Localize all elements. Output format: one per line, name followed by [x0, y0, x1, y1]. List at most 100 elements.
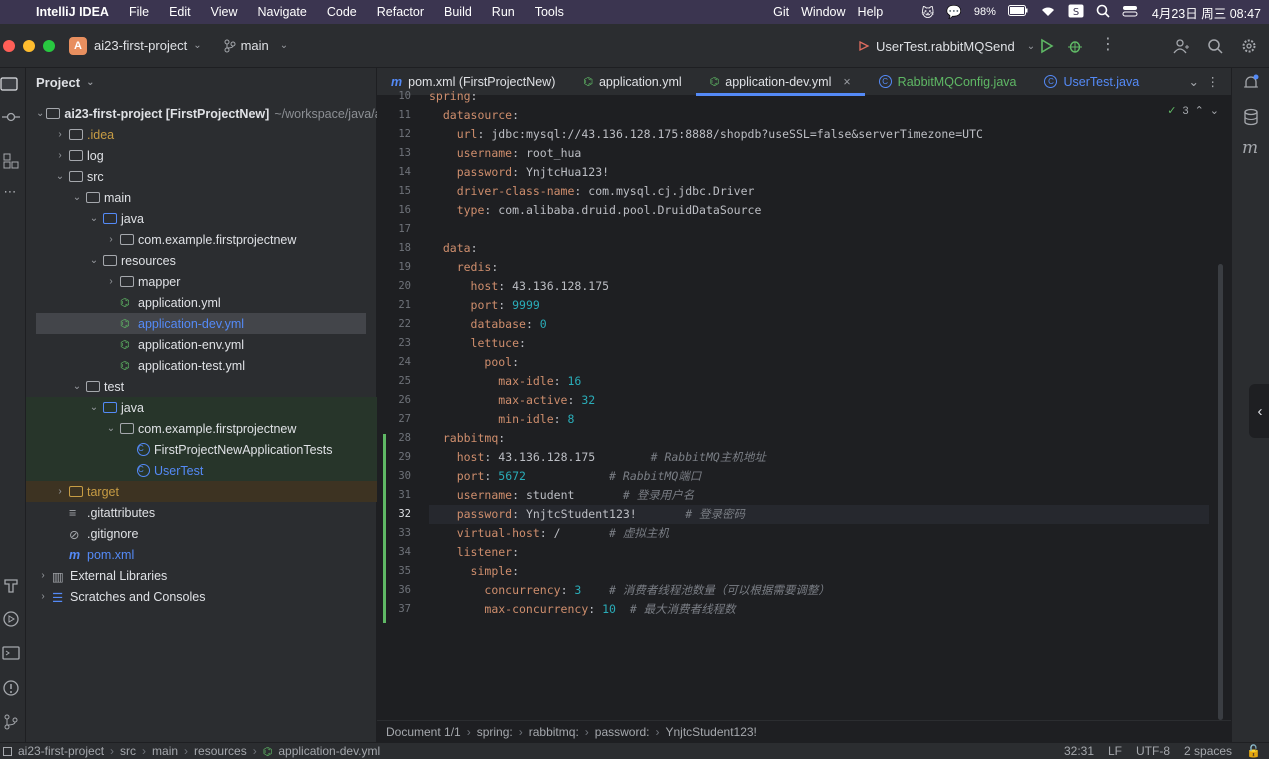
breadcrumb-password[interactable]: password: — [595, 725, 650, 739]
collapse-panel-chevron-left-icon[interactable]: ‹ — [1249, 384, 1269, 438]
run-config-selector[interactable]: UserTest.rabbitMQSend ⌄ — [858, 24, 1035, 68]
code-line[interactable]: password: YnjtcHua123! — [429, 163, 609, 182]
menu-code[interactable]: Code — [327, 5, 357, 19]
code-line[interactable]: driver-class-name: com.mysql.cj.jdbc.Dri… — [429, 182, 755, 201]
battery-icon[interactable] — [1007, 5, 1028, 19]
tab-more-icon[interactable]: ⋮ — [1207, 74, 1220, 89]
tree-idea[interactable]: › .idea — [26, 124, 377, 145]
chevron-down-icon[interactable]: ⌄ — [70, 192, 84, 203]
tree-external-libraries[interactable]: › ▥ External Libraries — [26, 565, 377, 586]
tree-src[interactable]: ⌄ src — [26, 166, 377, 187]
search-icon[interactable] — [1207, 38, 1223, 54]
chevron-down-icon[interactable]: ⌄ — [104, 423, 118, 434]
input-method-icon[interactable]: S — [1068, 4, 1084, 21]
menu-file[interactable]: File — [129, 5, 149, 19]
chevron-right-icon[interactable]: › — [53, 150, 67, 161]
chevron-down-icon[interactable]: ⌄ — [87, 255, 101, 266]
tree-main-java[interactable]: ⌄ java — [26, 208, 377, 229]
code-line[interactable]: database: 0 — [429, 315, 547, 334]
tree-application-dev-yml[interactable]: ⌬ application-dev.yml — [36, 313, 366, 334]
more-tools-icon[interactable]: ⋯ — [1, 184, 19, 202]
path-project[interactable]: ai23-first-project — [18, 744, 104, 758]
project-switcher[interactable]: ai23-first-project — [94, 38, 187, 53]
code-line[interactable]: host: 43.136.128.175 — [429, 277, 610, 296]
code-line[interactable]: concurrency: 3 # 消费者线程池数量（可以根据需要调整） — [429, 581, 830, 600]
menu-window[interactable]: Window — [801, 5, 845, 19]
debug-icon[interactable] — [1067, 38, 1083, 54]
line-separator[interactable]: LF — [1108, 744, 1122, 758]
menu-git[interactable]: Git — [773, 5, 789, 19]
chevron-right-icon[interactable]: › — [36, 591, 50, 602]
code-line[interactable]: username: student # 登录用户名 — [429, 486, 695, 505]
tree-application-yml[interactable]: ⌬ application.yml — [26, 292, 377, 313]
code-line[interactable]: username: root_hua — [429, 144, 582, 163]
code-editor[interactable]: spring: datasource: url: jdbc:mysql://43… — [429, 89, 1209, 716]
code-line[interactable]: min-idle: 8 — [429, 410, 574, 429]
tree-gitattributes[interactable]: ≡ .gitattributes — [26, 502, 377, 523]
wechat-icon[interactable]: 💬 — [946, 5, 962, 20]
code-line[interactable]: lettuce: — [429, 334, 526, 353]
chevron-down-icon[interactable]: ⌄ — [1210, 104, 1219, 117]
code-line[interactable]: pool: — [429, 353, 519, 372]
tree-application-test-yml[interactable]: ⌬ application-test.yml — [26, 355, 377, 376]
control-center-icon[interactable] — [1122, 5, 1140, 20]
code-line[interactable]: port: 9999 — [429, 296, 540, 315]
code-line[interactable]: type: com.alibaba.druid.pool.DruidDataSo… — [429, 201, 762, 220]
tree-test[interactable]: ⌄ test — [26, 376, 377, 397]
branch-switcher[interactable]: main ⌄ — [224, 38, 288, 53]
chevron-right-icon[interactable]: › — [104, 234, 118, 245]
code-line[interactable]: spring: — [429, 87, 477, 106]
maven-icon[interactable]: m — [1242, 138, 1258, 158]
structure-icon[interactable] — [2, 152, 20, 170]
chevron-down-icon[interactable]: ⌄ — [70, 381, 84, 392]
chevron-right-icon[interactable]: › — [53, 486, 67, 497]
notifications-bell-icon[interactable] — [1242, 74, 1260, 92]
terminal-icon[interactable] — [2, 644, 20, 662]
tab-application-dev-yml[interactable]: ⌬ application-dev.yml × — [695, 68, 865, 96]
code-line[interactable]: max-active: 32 — [429, 391, 595, 410]
app-name[interactable]: IntelliJ IDEA — [36, 5, 109, 19]
chevron-down-icon[interactable]: ⌄ — [36, 108, 44, 119]
tree-scratches[interactable]: › ☰ Scratches and Consoles — [26, 586, 377, 607]
tree-root[interactable]: ⌄ ai23-first-project [FirstProjectNew] ~/w… — [26, 103, 384, 124]
lock-icon[interactable]: 🔓 — [1246, 744, 1261, 758]
menu-help[interactable]: Help — [858, 5, 884, 19]
breadcrumb-rabbitmq[interactable]: rabbitmq: — [529, 725, 579, 739]
code-line[interactable]: data: — [429, 239, 478, 258]
problems-icon[interactable] — [2, 679, 20, 697]
code-line[interactable]: password: YnjtcStudent123! # 登录密码 — [429, 505, 1209, 524]
project-panel-header[interactable]: Project ⌄ — [26, 68, 376, 96]
code-line[interactable]: virtual-host: / # 虚拟主机 — [429, 524, 669, 543]
chevron-down-icon[interactable]: ⌄ — [87, 402, 101, 413]
tree-mapper[interactable]: › mapper — [26, 271, 377, 292]
chevron-down-icon[interactable]: ⌄ — [87, 213, 101, 224]
tree-main-package[interactable]: › com.example.firstprojectnew — [26, 229, 377, 250]
menu-view[interactable]: View — [211, 5, 238, 19]
build-hammer-icon[interactable] — [2, 576, 20, 594]
tree-main[interactable]: ⌄ main — [26, 187, 377, 208]
breadcrumb-value[interactable]: YnjtcStudent123! — [665, 725, 756, 739]
path-main[interactable]: main — [152, 744, 178, 758]
tree-test-package[interactable]: ⌄ com.example.firstprojectnew — [26, 418, 377, 439]
path-file[interactable]: application-dev.yml — [278, 744, 380, 758]
code-line[interactable]: redis: — [429, 258, 499, 277]
chevron-right-icon[interactable]: › — [53, 129, 67, 140]
chevron-down-icon[interactable]: ⌄ — [193, 40, 201, 51]
editor-scrollbar[interactable] — [1218, 264, 1223, 720]
database-icon[interactable] — [1242, 108, 1260, 126]
git-icon[interactable] — [2, 713, 20, 731]
tree-application-env-yml[interactable]: ⌬ application-env.yml — [26, 334, 377, 355]
services-icon[interactable] — [2, 610, 20, 628]
wifi-icon[interactable] — [1040, 5, 1056, 20]
tree-gitignore[interactable]: ⊘ .gitignore — [26, 523, 377, 544]
chevron-down-icon[interactable]: ⌄ — [53, 171, 67, 182]
breadcrumb-document[interactable]: Document 1/1 — [386, 725, 461, 739]
breadcrumb-spring[interactable]: spring: — [477, 725, 513, 739]
tab-application-yml[interactable]: ⌬ application.yml — [569, 68, 695, 96]
tree-test-java[interactable]: ⌄ java — [26, 397, 377, 418]
add-user-icon[interactable] — [1173, 38, 1189, 54]
tree-resources[interactable]: ⌄ resources — [26, 250, 377, 271]
menu-navigate[interactable]: Navigate — [258, 5, 307, 19]
tab-usertest[interactable]: C UserTest.java — [1030, 68, 1153, 96]
tab-list-chevron-icon[interactable]: ⌄ — [1189, 74, 1199, 89]
